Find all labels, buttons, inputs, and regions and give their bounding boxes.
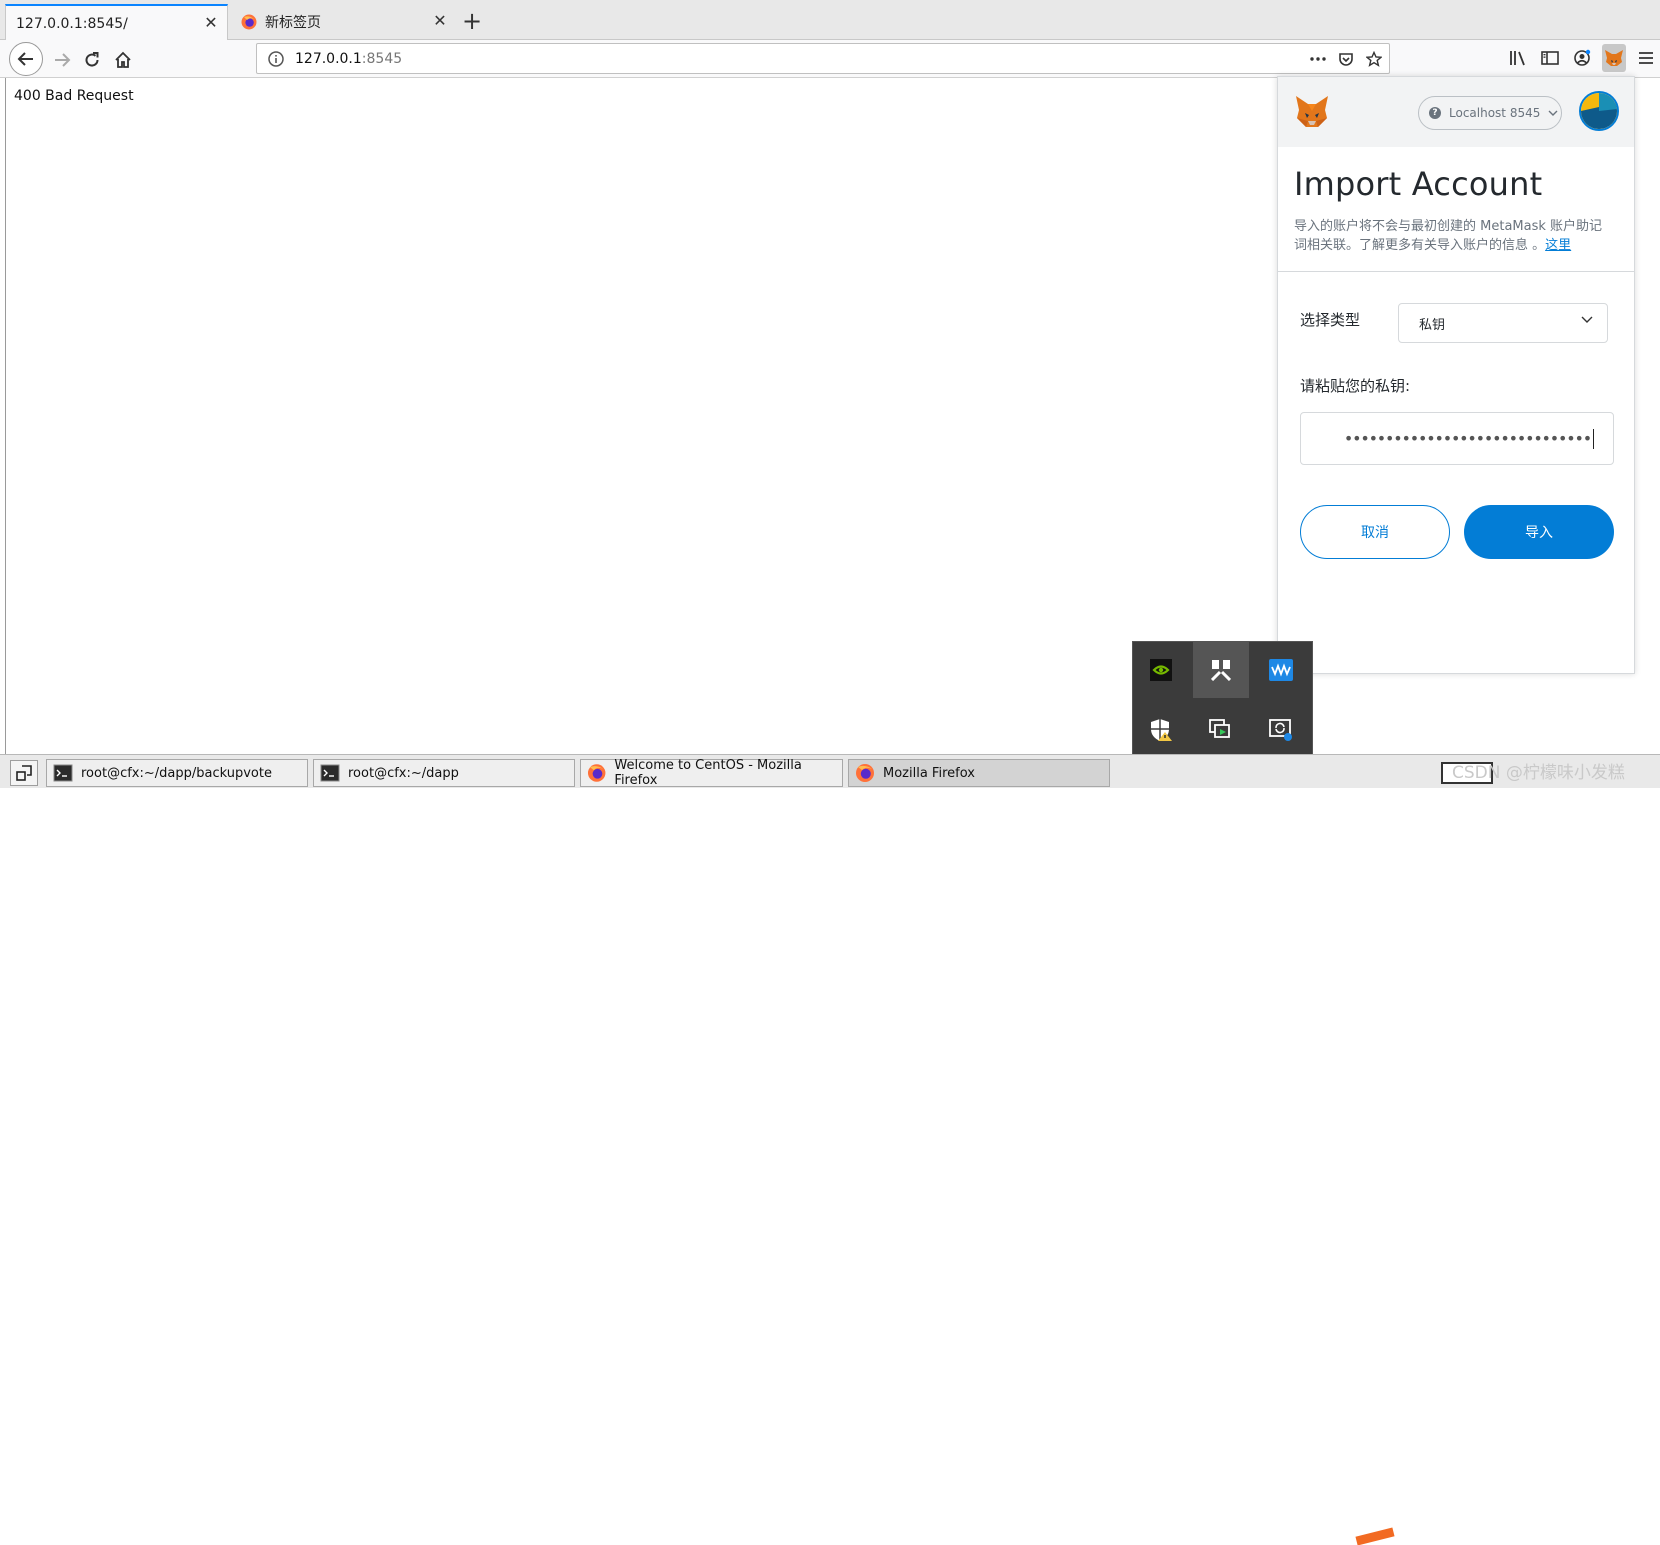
close-icon[interactable]: ✕ — [432, 13, 448, 29]
tray-item-screen[interactable] — [1193, 702, 1249, 758]
watermark: CSDN @柠檬味小发糕 — [1452, 763, 1625, 783]
terminal-icon — [53, 764, 73, 782]
cancel-button[interactable]: 取消 — [1300, 505, 1450, 559]
screen-share-icon — [1209, 719, 1230, 738]
close-icon[interactable]: ✕ — [203, 15, 219, 31]
pocket-icon[interactable] — [1337, 48, 1355, 70]
tab-localhost[interactable]: 127.0.0.1:8545/ ✕ — [5, 4, 228, 41]
firefox-icon — [241, 14, 257, 30]
tab-strip: 127.0.0.1:8545/ ✕ 新标签页 ✕ + — [0, 0, 1660, 41]
security-warning-icon — [1151, 719, 1172, 741]
taskbar-item-terminal-dapp[interactable]: root@cfx:~/dapp — [313, 759, 575, 787]
metamask-header: ? Localhost 8545 — [1278, 77, 1634, 147]
sync-icon — [1269, 719, 1292, 741]
library-icon[interactable] — [1506, 44, 1530, 72]
menu-icon[interactable] — [1634, 44, 1658, 72]
taskbar-item-label: root@cfx:~/dapp/backupvote — [81, 765, 272, 781]
taskbar-item-firefox-centos[interactable]: Welcome to CentOS - Mozilla Firefox — [580, 758, 843, 788]
tray-item-audio[interactable] — [1253, 642, 1309, 698]
taskbar-item-terminal-backupvote[interactable]: root@cfx:~/dapp/backupvote — [46, 759, 308, 787]
url-port: :8545 — [361, 50, 403, 67]
window-border — [5, 78, 6, 754]
tray-item-security[interactable] — [1133, 702, 1189, 758]
private-key-masked-value: •••••••••••••••••••••••••••••• — [1343, 429, 1592, 448]
reload-icon — [85, 52, 99, 67]
page-body-text: 400 Bad Request — [14, 88, 134, 104]
terminal-icon — [320, 764, 340, 782]
account-avatar[interactable] — [1579, 91, 1619, 131]
account-icon[interactable] — [1570, 44, 1594, 72]
arrow-right-icon — [55, 53, 71, 67]
metamask-logo-icon[interactable] — [1294, 94, 1330, 130]
url-host: 127.0.0.1 — [295, 50, 362, 67]
taskbar: root@cfx:~/dapp/backupvote root@cfx:~/da… — [0, 754, 1660, 1545]
navigation-bar: 127.0.0.1:8545 — [0, 40, 1660, 78]
sidebar-icon[interactable] — [1538, 44, 1562, 72]
star-icon[interactable] — [1365, 48, 1383, 70]
private-key-input[interactable]: •••••••••••••••••••••••••••••• — [1300, 412, 1614, 465]
back-button[interactable] — [9, 42, 43, 76]
tray-item-app[interactable] — [1193, 642, 1249, 698]
taskbar-item-label: root@cfx:~/dapp — [348, 765, 459, 781]
tray-item-sync[interactable] — [1253, 702, 1309, 758]
metamask-popup: ? Localhost 8545 Import Account 导入的账户将不会… — [1277, 76, 1635, 674]
nvidia-icon — [1150, 659, 1172, 681]
tab-new[interactable]: 新标签页 ✕ — [231, 4, 456, 40]
url-text: 127.0.0.1:8545 — [295, 51, 402, 67]
chevron-down-icon — [1548, 110, 1558, 116]
page-title: Import Account — [1294, 165, 1543, 203]
show-desktop-button[interactable] — [10, 760, 38, 786]
taskbar-item-label: Mozilla Firefox — [883, 765, 975, 781]
learn-more-link[interactable]: 这里 — [1545, 238, 1571, 253]
taskbar-item-firefox[interactable]: Mozilla Firefox — [848, 759, 1110, 787]
network-label: Localhost 8545 — [1449, 106, 1541, 120]
taskbar-item-label: Welcome to CentOS - Mozilla Firefox — [614, 758, 802, 788]
tray-item-nvidia[interactable] — [1133, 642, 1189, 698]
text-caret — [1593, 428, 1594, 449]
fox-icon — [1605, 50, 1623, 66]
import-type-dropdown[interactable]: 私钥 — [1398, 303, 1608, 343]
import-description: 导入的账户将不会与最初创建的 MetaMask 账户助记词相关联。了解更多有关导… — [1294, 217, 1614, 255]
audio-wave-icon — [1269, 659, 1293, 681]
new-tab-button[interactable]: + — [458, 8, 486, 36]
import-button[interactable]: 导入 — [1464, 505, 1614, 559]
app-grid-icon — [1211, 660, 1231, 681]
select-type-label: 选择类型 — [1300, 311, 1361, 329]
forward-button[interactable] — [46, 44, 78, 76]
window-switch-icon — [16, 765, 32, 781]
arrow-left-icon — [17, 52, 33, 66]
page-actions-icon[interactable] — [1309, 48, 1327, 70]
chevron-down-icon — [1581, 316, 1593, 323]
tab-title: 127.0.0.1:8545/ — [16, 15, 128, 32]
divider — [1278, 271, 1634, 272]
private-key-label: 请粘贴您的私钥: — [1300, 377, 1411, 395]
metamask-extension-button[interactable] — [1602, 44, 1626, 72]
reload-button[interactable] — [76, 44, 108, 76]
home-button[interactable] — [107, 44, 139, 76]
info-icon[interactable] — [267, 50, 285, 68]
help-icon: ? — [1429, 107, 1441, 119]
tab-title: 新标签页 — [265, 15, 321, 31]
firefox-icon — [587, 764, 606, 782]
home-icon — [115, 51, 131, 68]
address-bar[interactable]: 127.0.0.1:8545 — [256, 43, 1390, 74]
decorative-streak — [1355, 1527, 1395, 1545]
network-selector[interactable]: ? Localhost 8545 — [1418, 96, 1562, 130]
import-type-value: 私钥 — [1419, 317, 1446, 333]
firefox-icon — [856, 764, 874, 782]
